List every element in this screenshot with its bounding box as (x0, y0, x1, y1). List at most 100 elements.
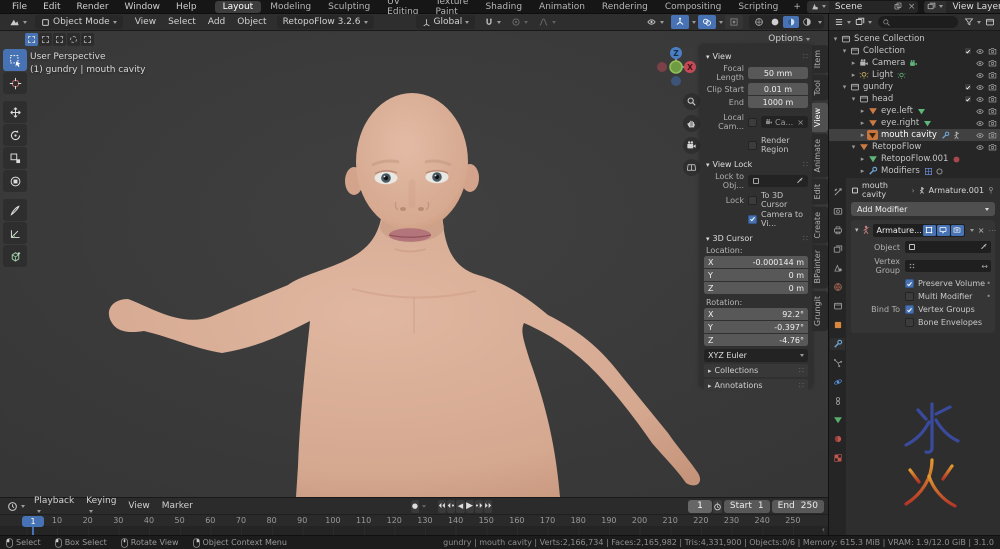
tab-collection[interactable] (830, 300, 845, 312)
cursor-location-x-field[interactable]: X-0.000144 m (704, 256, 808, 268)
outliner-row-modifiers[interactable]: ▸ Modifiers (829, 165, 1000, 177)
disclosure-icon[interactable]: ▸ (849, 59, 858, 67)
camera-to-view-checkbox[interactable] (748, 215, 757, 224)
collapse-summary-icon[interactable]: ‹ (822, 525, 825, 534)
tab-material[interactable] (830, 433, 845, 445)
select-invert-mode-button[interactable] (67, 33, 80, 46)
render-region-checkbox[interactable] (748, 141, 757, 150)
lock-to-object-field[interactable] (748, 175, 808, 187)
disable-render-camera-icon[interactable] (988, 83, 997, 92)
view-section-header[interactable]: ▾View∷ (706, 52, 808, 61)
camera-view-icon[interactable] (683, 137, 700, 154)
disable-render-camera-icon[interactable] (988, 131, 997, 140)
menu-timeline-view[interactable]: View (122, 501, 155, 511)
disclosure-icon[interactable]: ▾ (840, 47, 849, 55)
play-reverse-button[interactable]: ◀ (456, 500, 464, 513)
outliner-row-mouth-cavity[interactable]: ▸ mouth cavity (829, 129, 1000, 141)
new-collection-button[interactable] (983, 15, 997, 30)
disclosure-icon[interactable]: ▸ (858, 167, 867, 175)
n-tab-tool[interactable]: Tool (812, 75, 828, 101)
realtime-display-toggle[interactable] (937, 225, 950, 236)
invert-vertex-group-icon[interactable]: ↔ (981, 262, 988, 271)
hide-viewport-eye-icon[interactable] (975, 131, 985, 140)
render-toggle[interactable] (951, 225, 964, 236)
disclosure-icon[interactable]: ▸ (858, 131, 867, 139)
view-layer-selector[interactable]: View Layer × (924, 1, 1000, 13)
xray-toggle[interactable] (725, 15, 743, 29)
disable-render-camera-icon[interactable] (988, 143, 997, 152)
tab-texture[interactable] (830, 452, 845, 464)
shading-solid-button[interactable] (767, 16, 783, 28)
timeline-ruler[interactable]: 1020304050607080901001101201301401501601… (0, 515, 828, 535)
tab-world[interactable] (830, 281, 845, 293)
outliner-row-scene-collection[interactable]: ▾ Scene Collection (829, 33, 1000, 45)
tab-constraints[interactable] (830, 395, 845, 407)
tab-scene[interactable] (830, 262, 845, 274)
menu-render[interactable]: Render (69, 2, 117, 12)
cursor-location-z-field[interactable]: Z0 m (704, 282, 808, 294)
select-intersect-mode-button[interactable] (81, 33, 94, 46)
tool-add-cube[interactable] (3, 245, 27, 267)
panel-options-icon[interactable]: ⋯ (988, 226, 996, 235)
outliner-row-retopoflow-001[interactable]: ▸ RetopoFlow.001 (829, 153, 1000, 165)
cursor-location-y-field[interactable]: Y0 m (704, 269, 808, 281)
outliner-filter-button[interactable] (962, 15, 983, 30)
exclude-checkbox[interactable] (964, 47, 972, 55)
play-button[interactable]: ▶ (466, 500, 474, 513)
shading-rendered-button[interactable] (799, 16, 815, 28)
navigation-gizmo[interactable]: Z X (652, 43, 700, 91)
disclosure-icon[interactable]: ▸ (858, 119, 867, 127)
gizmo-x-axis[interactable]: X (687, 63, 693, 72)
clip-end-field[interactable]: 1000 m (748, 96, 808, 108)
hide-viewport-eye-icon[interactable] (975, 107, 985, 116)
workspace-tab-sculpting[interactable]: Sculpting (320, 1, 378, 13)
cursor-rotation-x-field[interactable]: X92.2° (704, 308, 808, 320)
menu-keying[interactable]: Keying (80, 496, 122, 516)
n-tab-create[interactable]: Create (812, 207, 828, 244)
perspective-toggle-icon[interactable] (683, 159, 700, 176)
workspace-tab-scripting[interactable]: Scripting (730, 1, 786, 13)
disable-render-camera-icon[interactable] (988, 71, 997, 80)
hide-viewport-eye-icon[interactable] (975, 71, 985, 80)
shading-wireframe-button[interactable] (751, 16, 767, 28)
n-tab-item[interactable]: Item (812, 45, 828, 73)
disclosure-icon[interactable]: ▾ (849, 143, 858, 151)
outliner-row-head[interactable]: ▾ head (829, 93, 1000, 105)
exclude-checkbox[interactable] (964, 83, 972, 91)
disable-render-camera-icon[interactable] (988, 59, 997, 68)
annotations-section-header[interactable]: ▸Annotations∷ (704, 379, 808, 392)
view-layer-name[interactable]: View Layer (946, 2, 1000, 12)
disclosure-icon[interactable]: ▾ (831, 35, 840, 43)
menu-view[interactable]: View (129, 17, 162, 27)
transform-orientation-selector[interactable]: Global (416, 15, 476, 29)
frame-end-field[interactable]: End250 (772, 500, 824, 513)
tab-modifiers[interactable] (830, 338, 845, 350)
tool-rotate[interactable] (3, 124, 27, 146)
menu-file[interactable]: File (4, 2, 35, 12)
previous-keyframe-button[interactable]: ⏴• (447, 500, 455, 513)
expand-panel-icon[interactable]: ▾ (855, 226, 859, 234)
auto-keying-record-button[interactable]: ● (411, 500, 419, 513)
workspace-tab-rendering[interactable]: Rendering (594, 1, 656, 13)
view-layer-icon[interactable] (924, 1, 946, 13)
view-lock-section-header[interactable]: ▾View Lock∷ (706, 160, 808, 169)
disable-render-camera-icon[interactable] (988, 119, 997, 128)
preserve-volume-checkbox[interactable] (905, 279, 914, 288)
outliner-row-gundry[interactable]: ▾ gundry (829, 81, 1000, 93)
n-tab-edit[interactable]: Edit (812, 179, 828, 205)
modifier-extras-dropdown-icon[interactable] (970, 229, 974, 232)
menu-playback[interactable]: Playback (28, 496, 80, 516)
n-tab-grungit[interactable]: Grungit (812, 291, 828, 331)
hide-viewport-eye-icon[interactable] (975, 47, 985, 56)
select-extend-mode-button[interactable] (39, 33, 52, 46)
local-camera-field[interactable]: Ca...× (761, 116, 808, 128)
to-3d-cursor-checkbox[interactable] (748, 196, 757, 205)
vertex-group-field[interactable]: ↔ (905, 260, 991, 272)
outliner-row-eye-right[interactable]: ▸ eye.right (829, 117, 1000, 129)
show-visibility-dropdown[interactable] (641, 15, 669, 30)
breadcrumb-data[interactable]: Armature.001 (929, 186, 984, 195)
outliner-editor-type-button[interactable] (832, 15, 853, 30)
tab-physics[interactable] (830, 376, 845, 388)
multi-modifier-checkbox[interactable] (905, 292, 914, 301)
disclosure-icon[interactable]: ▾ (849, 95, 858, 103)
